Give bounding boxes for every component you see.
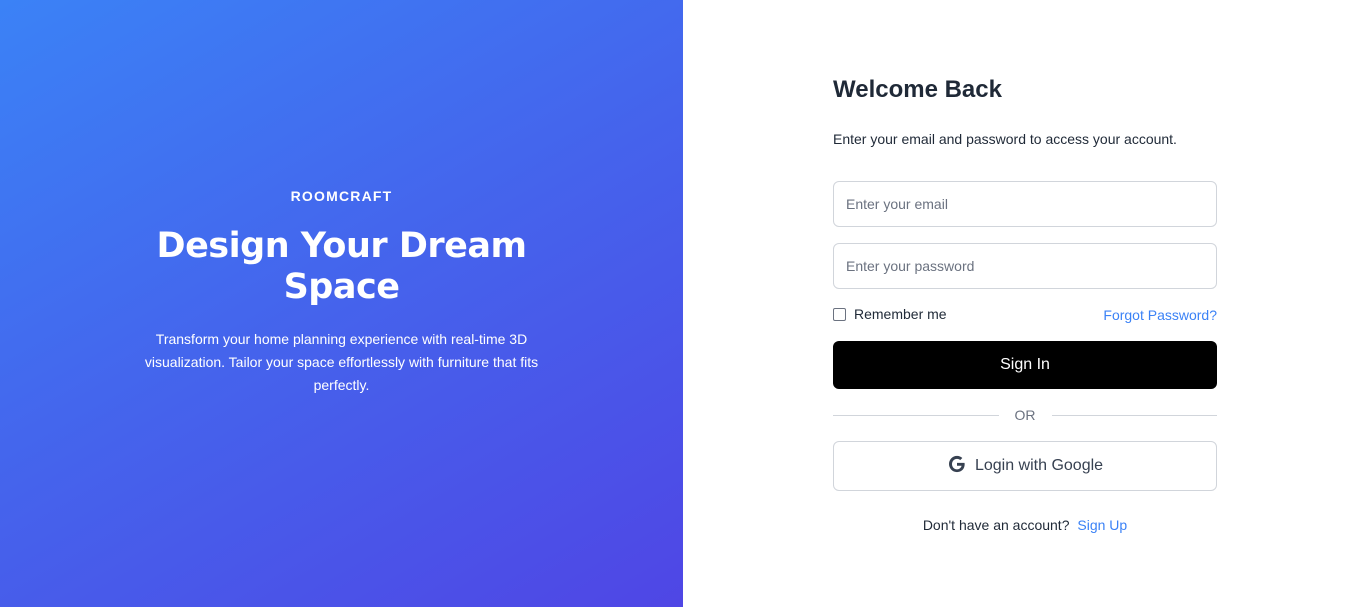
email-field[interactable] xyxy=(833,181,1217,227)
remember-me-label: Remember me xyxy=(854,306,947,322)
google-login-button[interactable]: Login with Google xyxy=(833,441,1217,491)
sign-in-button[interactable]: Sign In xyxy=(833,341,1217,389)
page-subtitle: Enter your email and password to access … xyxy=(833,131,1177,147)
hero-panel: ROOMCRAFT Design Your Dream Space Transf… xyxy=(0,0,683,607)
google-g-icon xyxy=(947,454,967,479)
signup-prompt: Don't have an account? xyxy=(922,517,1070,533)
divider-label: OR xyxy=(1014,407,1036,423)
sign-up-link[interactable]: Sign Up xyxy=(1077,517,1127,533)
page-title: Welcome Back xyxy=(833,76,1002,103)
hero-title: Design Your Dream Space xyxy=(156,226,527,307)
remember-me-checkbox[interactable] xyxy=(833,307,846,321)
divider-line-left xyxy=(833,414,999,416)
or-divider: OR xyxy=(833,405,1217,425)
brand-name: ROOMCRAFT xyxy=(290,188,393,204)
login-panel: Welcome Back Enter your email and passwo… xyxy=(683,0,1366,607)
google-login-label: Login with Google xyxy=(974,457,1104,474)
forgot-password-link[interactable]: Forgot Password? xyxy=(1103,307,1217,323)
hero-description: Transform your home planning experience … xyxy=(144,331,539,393)
password-field[interactable] xyxy=(833,243,1217,289)
divider-line-right xyxy=(1051,414,1217,416)
signup-prompt-row: Don't have an account? Sign Up xyxy=(833,517,1217,533)
remember-me-option[interactable]: Remember me xyxy=(833,306,947,322)
